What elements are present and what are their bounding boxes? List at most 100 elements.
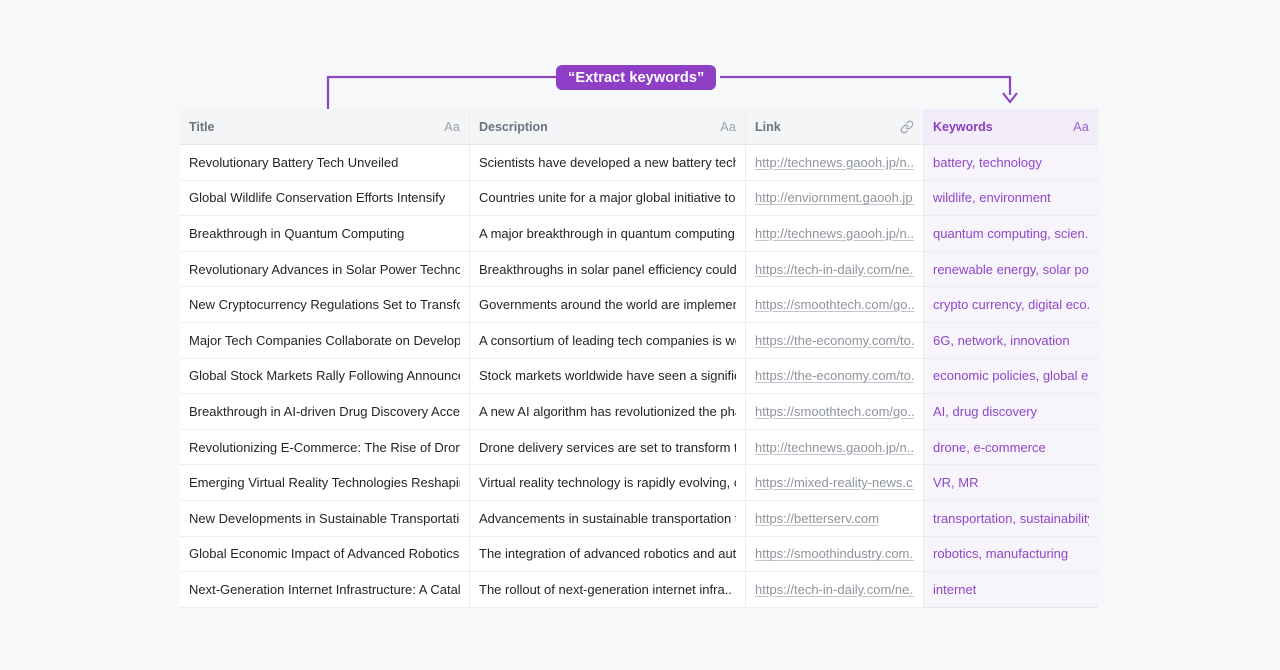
- table-row[interactable]: Emerging Virtual Reality Technologies Re…: [180, 465, 1098, 501]
- cell-keywords-text: AI, drug discovery: [933, 403, 1038, 419]
- cell-keywords[interactable]: internet: [924, 572, 1098, 608]
- table-body: Revolutionary Battery Tech Unveiled Scien…: [180, 145, 1098, 608]
- cell-link[interactable]: https://tech-in-daily.com/ne..: [746, 572, 924, 608]
- table-header-row: Title Aa Description Aa Link Keywords Aa: [180, 109, 1098, 145]
- cell-keywords[interactable]: 6G, network, innovation: [924, 322, 1098, 359]
- cell-link-text[interactable]: https://the-economy.com/to..: [755, 333, 914, 348]
- cell-title[interactable]: Global Stock Markets Rally Following Ann…: [180, 358, 470, 395]
- cell-link-text[interactable]: https://tech-in-daily.com/ne..: [755, 582, 914, 597]
- cell-link-text[interactable]: http://technews.gaooh.jp/n..: [755, 226, 914, 241]
- cell-link[interactable]: http://technews.gaooh.jp/n..: [746, 145, 924, 181]
- cell-link-text[interactable]: https://tech-in-daily.com/ne..: [755, 262, 914, 277]
- cell-title[interactable]: Revolutionary Advances in Solar Power Te…: [180, 251, 470, 288]
- link-chain-icon: [900, 120, 914, 134]
- table-row[interactable]: Breakthrough in AI-driven Drug Discovery…: [180, 394, 1098, 430]
- cell-link[interactable]: https://the-economy.com/to..: [746, 322, 924, 359]
- table-row[interactable]: Next-Generation Internet Infrastructure:…: [180, 572, 1098, 608]
- cell-description[interactable]: Virtual reality technology is rapidly ev…: [470, 465, 746, 501]
- cell-title[interactable]: Global Economic Impact of Advanced Robot…: [180, 536, 470, 573]
- cell-description[interactable]: Countries unite for a major global initi…: [470, 180, 746, 217]
- cell-description[interactable]: Governments around the world are impleme…: [470, 287, 746, 323]
- cell-keywords[interactable]: crypto currency, digital eco..: [924, 287, 1098, 323]
- cell-title[interactable]: Global Wildlife Conservation Efforts Int…: [180, 180, 470, 217]
- cell-keywords[interactable]: VR, MR: [924, 465, 1098, 501]
- table-row[interactable]: Revolutionizing E-Commerce: The Rise of …: [180, 429, 1098, 466]
- cell-keywords-text: drone, e-commerce: [933, 439, 1046, 455]
- cell-title-text: Next-Generation Internet Infrastructure:…: [189, 581, 460, 597]
- cell-description[interactable]: The integration of advanced robotics and…: [470, 536, 746, 573]
- cell-link[interactable]: https://smoothtech.com/go..: [746, 287, 924, 323]
- table-row[interactable]: Major Tech Companies Collaborate on Deve…: [180, 322, 1098, 359]
- cell-link[interactable]: https://the-economy.com/to..: [746, 358, 924, 395]
- cell-description[interactable]: A new AI algorithm has revolutionized th…: [470, 394, 746, 430]
- cell-link-text[interactable]: http://enviornment.gaooh.jp..: [755, 190, 914, 205]
- cell-keywords[interactable]: wildlife, environment: [924, 180, 1098, 217]
- text-aa-icon: Aa: [720, 119, 736, 134]
- cell-keywords[interactable]: battery, technology: [924, 145, 1098, 181]
- table-row[interactable]: New Cryptocurrency Regulations Set to Tr…: [180, 287, 1098, 323]
- text-aa-icon: Aa: [444, 119, 460, 134]
- cell-description[interactable]: Advancements in sustainable transportati…: [470, 500, 746, 537]
- cell-title[interactable]: Major Tech Companies Collaborate on Deve…: [180, 322, 470, 359]
- cell-description[interactable]: Stock markets worldwide have seen a sign…: [470, 358, 746, 395]
- cell-title[interactable]: Revolutionizing E-Commerce: The Rise of …: [180, 429, 470, 466]
- cell-keywords[interactable]: AI, drug discovery: [924, 394, 1098, 430]
- cell-link-text[interactable]: https://betterserv.com: [755, 511, 879, 526]
- cell-description[interactable]: A major breakthrough in quantum computin…: [470, 216, 746, 252]
- cell-link-text[interactable]: https://smoothtech.com/go..: [755, 297, 914, 312]
- table-row[interactable]: New Developments in Sustainable Transpor…: [180, 500, 1098, 537]
- cell-link[interactable]: http://technews.gaooh.jp/n..: [746, 216, 924, 252]
- table-row[interactable]: Breakthrough in Quantum Computing A major…: [180, 216, 1098, 252]
- column-header-keywords[interactable]: Keywords Aa: [924, 109, 1098, 145]
- cell-keywords[interactable]: drone, e-commerce: [924, 429, 1098, 466]
- cell-description[interactable]: Scientists have developed a new battery …: [470, 145, 746, 181]
- column-header-title-label: Title: [189, 119, 215, 134]
- cell-link[interactable]: http://technews.gaooh.jp/n..: [746, 429, 924, 466]
- cell-keywords[interactable]: renewable energy, solar po..: [924, 251, 1098, 288]
- cell-link-text[interactable]: http://technews.gaooh.jp/n..: [755, 440, 914, 455]
- cell-link[interactable]: https://smoothtech.com/go..: [746, 394, 924, 430]
- column-header-link[interactable]: Link: [746, 109, 924, 145]
- cell-title[interactable]: Breakthrough in AI-driven Drug Discovery…: [180, 394, 470, 430]
- cell-title[interactable]: Emerging Virtual Reality Technologies Re…: [180, 465, 470, 501]
- cell-title[interactable]: Revolutionary Battery Tech Unveiled: [180, 145, 470, 181]
- cell-link[interactable]: https://betterserv.com: [746, 500, 924, 537]
- cell-title-text: New Cryptocurrency Regulations Set to Tr…: [189, 297, 460, 313]
- cell-description-text: Virtual reality technology is rapidly ev…: [479, 475, 736, 491]
- cell-description-text: Governments around the world are impleme…: [479, 297, 736, 313]
- table-row[interactable]: Global Economic Impact of Advanced Robot…: [180, 536, 1098, 573]
- cell-description[interactable]: Breakthroughs in solar panel efficiency …: [470, 251, 746, 288]
- cell-description-text: Advancements in sustainable transportati…: [479, 510, 736, 526]
- cell-description[interactable]: The rollout of next-generation internet …: [470, 572, 746, 608]
- column-header-description[interactable]: Description Aa: [470, 109, 746, 145]
- cell-keywords[interactable]: quantum computing, scien..: [924, 216, 1098, 252]
- cell-link-text[interactable]: https://smoothindustry.com..: [755, 546, 914, 561]
- column-header-title[interactable]: Title Aa: [180, 109, 470, 145]
- table-row[interactable]: Global Wildlife Conservation Efforts Int…: [180, 180, 1098, 217]
- cell-link[interactable]: http://enviornment.gaooh.jp..: [746, 180, 924, 217]
- cell-link-text[interactable]: http://technews.gaooh.jp/n..: [755, 155, 914, 170]
- cell-title[interactable]: New Developments in Sustainable Transpor…: [180, 500, 470, 537]
- cell-keywords[interactable]: economic policies, global e..: [924, 358, 1098, 395]
- cell-link-text[interactable]: https://mixed-reality-news.c..: [755, 475, 914, 490]
- cell-title[interactable]: Breakthrough in Quantum Computing: [180, 216, 470, 252]
- cell-title[interactable]: Next-Generation Internet Infrastructure:…: [180, 572, 470, 608]
- cell-title[interactable]: New Cryptocurrency Regulations Set to Tr…: [180, 287, 470, 323]
- callout-badge: “Extract keywords”: [556, 65, 717, 90]
- cell-keywords[interactable]: transportation, sustainability: [924, 500, 1098, 537]
- cell-link[interactable]: https://mixed-reality-news.c..: [746, 465, 924, 501]
- table-row[interactable]: Revolutionary Advances in Solar Power Te…: [180, 251, 1098, 288]
- table-row[interactable]: Revolutionary Battery Tech Unveiled Scien…: [180, 145, 1098, 181]
- cell-description-text: A consortium of leading tech companies i…: [479, 332, 736, 348]
- column-header-keywords-label: Keywords: [933, 119, 993, 134]
- cell-link-text[interactable]: https://the-economy.com/to..: [755, 368, 914, 383]
- cell-keywords[interactable]: robotics, manufacturing: [924, 536, 1098, 573]
- cell-keywords-text: renewable energy, solar po..: [933, 261, 1089, 277]
- cell-link-text[interactable]: https://smoothtech.com/go..: [755, 404, 914, 419]
- cell-keywords-text: internet: [933, 581, 977, 597]
- table-row[interactable]: Global Stock Markets Rally Following Ann…: [180, 358, 1098, 395]
- cell-description[interactable]: Drone delivery services are set to trans…: [470, 429, 746, 466]
- cell-link[interactable]: https://smoothindustry.com..: [746, 536, 924, 573]
- cell-description[interactable]: A consortium of leading tech companies i…: [470, 322, 746, 359]
- cell-link[interactable]: https://tech-in-daily.com/ne..: [746, 251, 924, 288]
